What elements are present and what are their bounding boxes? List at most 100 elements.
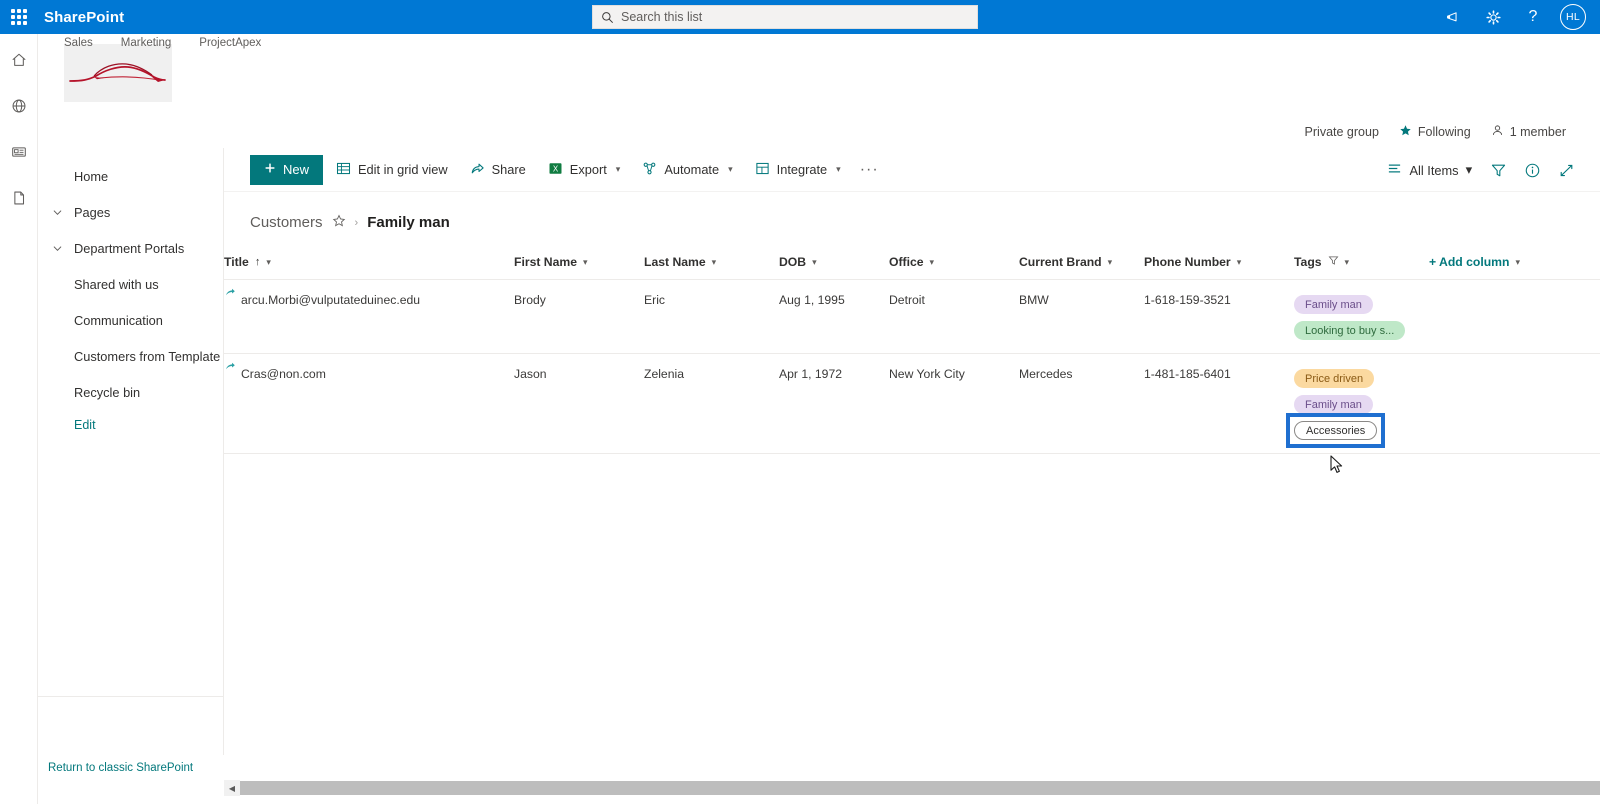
tag-chip[interactable]: Family man (1294, 295, 1373, 314)
chevron-down-icon[interactable]: ▾ (266, 257, 271, 268)
sidebar-item-label: Communication (74, 312, 163, 328)
info-icon[interactable] (1516, 155, 1548, 185)
column-header-tags[interactable]: Tags ▾ (1294, 249, 1429, 280)
tag-chip[interactable]: Family man (1294, 395, 1373, 414)
site-logo (64, 44, 172, 102)
sidebar-item-home[interactable]: Home (38, 158, 223, 194)
column-header-dob[interactable]: DOB ▾ (779, 249, 889, 280)
following-button[interactable]: Following (1399, 124, 1471, 140)
add-column-button[interactable]: + Add column ▾ (1429, 249, 1600, 280)
cell-empty (1429, 353, 1600, 454)
chevron-down-icon[interactable]: ▾ (812, 257, 817, 268)
list-table: Title ↑ ▾ First Name ▾ Last Name ▾ DOB ▾… (224, 249, 1600, 454)
sharepoint-page: SharePoint ? HL (0, 0, 1600, 804)
sidebar-item-recycle-bin[interactable]: Recycle bin (38, 374, 223, 410)
chevron-down-icon[interactable] (48, 207, 66, 218)
column-header-last-name[interactable]: Last Name ▾ (644, 249, 779, 280)
cell-title[interactable]: arcu.Morbi@vulputateduinec.edu (224, 279, 514, 354)
chevron-down-icon[interactable]: ▾ (1466, 162, 1472, 178)
search-box[interactable] (592, 5, 978, 29)
sidebar-item-department-portals[interactable]: Department Portals (38, 230, 223, 266)
help-question-icon[interactable]: ? (1514, 0, 1552, 34)
column-header-phone-number[interactable]: Phone Number ▾ (1144, 249, 1294, 280)
column-header-label: First Name (514, 255, 577, 269)
sidebar-item-label: Recycle bin (74, 384, 141, 400)
topnav-item-projectapex[interactable]: ProjectApex (199, 37, 261, 49)
edit-in-grid-view-button[interactable]: Edit in grid view (327, 155, 457, 185)
search-input[interactable] (621, 10, 969, 24)
cell-title[interactable]: Cras@non.com (224, 353, 514, 454)
chevron-down-icon[interactable] (48, 243, 66, 254)
page-title: Family man (367, 214, 450, 231)
export-button[interactable]: X Export ▾ (539, 155, 630, 185)
filter-icon[interactable] (1482, 155, 1514, 185)
chevron-down-icon[interactable]: ▾ (930, 257, 935, 268)
chevron-down-icon[interactable]: ▾ (1108, 257, 1113, 268)
view-selector[interactable]: All Items ▾ (1379, 155, 1480, 185)
chevron-down-icon[interactable]: ▾ (836, 164, 841, 175)
cell-first-name: Brody (514, 279, 644, 354)
chevron-down-icon[interactable]: ▾ (583, 257, 588, 268)
return-to-classic-sharepoint-link[interactable]: Return to classic SharePoint (48, 762, 193, 774)
column-header-first-name[interactable]: First Name ▾ (514, 249, 644, 280)
avatar[interactable]: HL (1560, 4, 1586, 30)
share-button[interactable]: Share (461, 155, 535, 185)
column-header-label: Tags (1294, 255, 1322, 269)
app-launcher-waffle-icon[interactable] (0, 0, 38, 34)
person-icon (1491, 124, 1504, 140)
chevron-down-icon[interactable]: ▾ (1237, 257, 1242, 268)
star-outline-icon[interactable] (332, 214, 346, 231)
filter-icon[interactable] (1328, 255, 1339, 269)
cell-title-text[interactable]: arcu.Morbi@vulputateduinec.edu (241, 293, 420, 307)
globe-icon[interactable] (4, 92, 34, 120)
sidebar-item-communication[interactable]: Communication (38, 302, 223, 338)
sharepoint-brand-link[interactable]: SharePoint (38, 9, 124, 26)
edit-navigation-link[interactable]: Edit (38, 418, 223, 432)
column-header-current-brand[interactable]: Current Brand ▾ (1019, 249, 1144, 280)
horizontal-scrollbar[interactable]: ◀ (224, 780, 1600, 796)
scrollbar-thumb[interactable] (240, 781, 1600, 795)
edit-in-grid-view-label: Edit in grid view (358, 162, 448, 177)
sidebar-item-customers-from-template[interactable]: Customers from Template (38, 338, 223, 374)
megaphone-icon[interactable] (1434, 0, 1472, 34)
cell-tags[interactable]: Price driven Family man Accessories (1285, 353, 1429, 454)
column-header-label: DOB (779, 255, 807, 269)
expand-diagonal-icon[interactable] (1550, 155, 1582, 185)
document-icon[interactable] (4, 184, 34, 212)
tag-chip-accessories[interactable]: Accessories (1294, 421, 1378, 440)
chevron-down-icon[interactable]: ▾ (616, 164, 621, 175)
sidebar-item-shared-with-us[interactable]: Shared with us (38, 266, 223, 302)
cell-title-text[interactable]: Cras@non.com (241, 367, 326, 381)
chevron-down-icon[interactable]: ▾ (712, 257, 717, 268)
tag-chip[interactable]: Looking to buy s... (1294, 321, 1406, 340)
share-icon (470, 161, 485, 179)
news-icon[interactable] (4, 138, 34, 166)
topnav-item-sales[interactable]: Sales (64, 37, 93, 49)
home-icon[interactable] (4, 46, 34, 74)
column-header-label: Last Name (644, 255, 706, 269)
excel-icon: X (548, 161, 563, 179)
site-header: Sales Marketing ProjectApex (38, 34, 1600, 122)
column-header-label: Current Brand (1019, 255, 1102, 269)
chevron-down-icon[interactable]: ▾ (1345, 257, 1350, 268)
sidebar-item-pages[interactable]: Pages (38, 194, 223, 230)
tag-chip[interactable]: Price driven (1294, 369, 1375, 388)
breadcrumb-parent-link[interactable]: Customers (250, 214, 323, 231)
topnav-item-marketing[interactable]: Marketing (121, 37, 172, 49)
automate-icon (642, 161, 657, 179)
integrate-button[interactable]: Integrate ▾ (746, 155, 850, 185)
chevron-down-icon[interactable]: ▾ (728, 164, 733, 175)
cell-tags[interactable]: Family man Looking to buy s... (1294, 279, 1429, 354)
scroll-left-arrow-icon[interactable]: ◀ (224, 780, 240, 796)
column-header-title[interactable]: Title ↑ ▾ (224, 249, 514, 280)
members-button[interactable]: 1 member (1491, 124, 1566, 140)
new-button[interactable]: New (250, 154, 324, 185)
more-commands-button[interactable]: ··· (850, 161, 889, 179)
table-row[interactable]: Cras@non.com Jason Zelenia Apr 1, 1972 N… (224, 353, 1600, 454)
table-row[interactable]: arcu.Morbi@vulputateduinec.edu Brody Eri… (224, 279, 1600, 354)
column-header-office[interactable]: Office ▾ (889, 249, 1019, 280)
chevron-down-icon[interactable]: ▾ (1515, 257, 1520, 268)
gear-icon[interactable] (1474, 0, 1512, 34)
cell-dob: Aug 1, 1995 (779, 279, 889, 354)
automate-button[interactable]: Automate ▾ (633, 155, 741, 185)
